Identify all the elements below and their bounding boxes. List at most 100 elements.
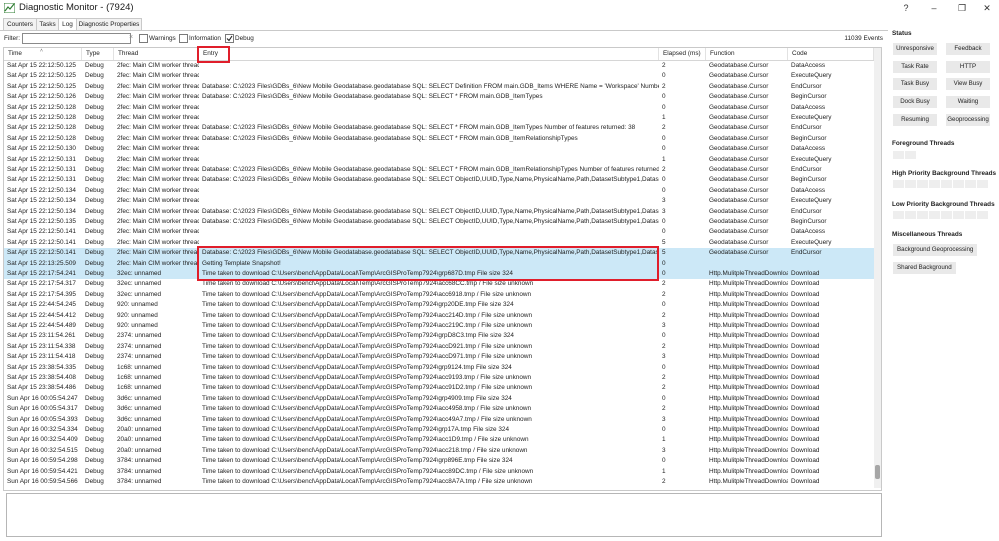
thread-cell: 920: unnamed — [117, 322, 158, 329]
entry-cell: Database: C:\2023 Files\GDBs_6\New Mobil… — [202, 176, 659, 184]
log-row[interactable]: Sun Apr 16 00:32:54.334 Debug 20a0: unname… — [4, 425, 874, 435]
filter-input[interactable] — [22, 33, 131, 44]
function-cell — [706, 259, 788, 269]
function-cell: Http.MulitpleThreadDownloader — [709, 374, 788, 381]
log-row[interactable]: Sat Apr 15 22:12:50.134 Debug 2fec: Main C… — [4, 207, 874, 217]
log-row[interactable]: Sat Apr 15 22:12:50.126 Debug 2fec: Main C… — [4, 92, 874, 102]
entry-cell: Time taken to download C:\Users\bencl\Ap… — [202, 322, 533, 329]
log-row[interactable]: Sat Apr 15 22:44:54.412 Debug 920: unnamed… — [4, 311, 874, 321]
entry-cell: Time taken to download C:\Users\bencl\Ap… — [202, 301, 514, 309]
task-busy-button[interactable]: Task Busy — [893, 78, 937, 90]
background-geoprocessing-button[interactable]: Background Geoprocessing — [893, 244, 978, 256]
column-header-code[interactable]: Code — [788, 48, 874, 60]
log-row[interactable]: Sat Apr 15 23:11:54.418 Debug 2374: unname… — [4, 352, 874, 362]
log-row[interactable]: Sat Apr 15 22:44:54.489 Debug 920: unnamed… — [4, 321, 874, 331]
column-header-function[interactable]: Function — [706, 48, 788, 60]
log-row[interactable]: Sat Apr 15 22:12:50.125 Debug 2fec: Main C… — [4, 71, 874, 81]
debug-checkbox[interactable] — [225, 34, 234, 43]
log-row[interactable]: Sat Apr 15 22:12:50.141 Debug 2fec: Main C… — [4, 238, 874, 248]
log-row[interactable]: Sat Apr 15 22:17:54.241 Debug 32ec: unname… — [4, 269, 874, 280]
help-button[interactable]: ? — [895, 1, 917, 15]
type-cell: Debug — [85, 134, 104, 142]
log-row[interactable]: Sun Apr 16 00:05:54.317 Debug 3d6c: unname… — [4, 404, 874, 414]
feedback-button[interactable]: Feedback — [946, 43, 990, 55]
thread-cell: 3784: unnamed — [117, 467, 162, 475]
information-checkbox[interactable] — [179, 34, 188, 43]
log-row[interactable]: Sat Apr 15 22:12:50.131 Debug 2fec: Main C… — [4, 175, 874, 185]
column-header-type[interactable]: Type — [82, 48, 114, 60]
log-row[interactable]: Sun Apr 16 00:59:54.421 Debug 3784: unname… — [4, 467, 874, 477]
vertical-scrollbar[interactable] — [874, 48, 881, 488]
shared-background-button[interactable]: Shared Background — [893, 262, 956, 274]
log-row[interactable]: Sat Apr 15 22:12:50.134 Debug 2fec: Main C… — [4, 186, 874, 196]
column-header-time[interactable]: Time ˄ — [4, 48, 82, 60]
code-cell: Download — [791, 353, 820, 361]
log-row[interactable]: Sat Apr 15 23:38:54.335 Debug 1c68: unname… — [4, 363, 874, 373]
dock-busy-button[interactable]: Dock Busy — [893, 96, 937, 108]
log-row[interactable]: Sat Apr 15 22:12:50.128 Debug 2fec: Main C… — [4, 134, 874, 144]
log-row[interactable]: Sun Apr 16 00:59:54.566 Debug 3784: unname… — [4, 477, 874, 487]
log-row[interactable]: Sat Apr 15 22:12:50.125 Debug 2fec: Main C… — [4, 82, 874, 92]
log-row[interactable]: Sat Apr 15 22:12:50.135 Debug 2fec: Main C… — [4, 217, 874, 227]
waiting-button[interactable]: Waiting — [946, 96, 990, 108]
view-busy-button[interactable]: View Busy — [946, 78, 990, 90]
tab-counters[interactable]: Counters — [3, 18, 37, 30]
elapsed-cell: 2 — [662, 290, 666, 298]
thread-cell: 20a0: unnamed — [117, 426, 162, 433]
log-row[interactable]: Sat Apr 15 22:44:54.245 Debug 920: unnamed… — [4, 300, 874, 310]
warnings-checkbox[interactable] — [139, 34, 148, 43]
log-row[interactable]: Sat Apr 15 22:17:54.317 Debug 32ec: unname… — [4, 279, 874, 289]
log-row[interactable]: Sat Apr 15 23:38:54.486 Debug 1c68: unname… — [4, 383, 874, 393]
log-row[interactable]: Sat Apr 15 22:13:25.509 Debug 2fec: Main C… — [4, 258, 874, 269]
low-priority-threads-title: Low Priority Background Threads — [892, 201, 995, 208]
entry-detail-panel[interactable] — [6, 493, 882, 537]
log-row[interactable]: Sat Apr 15 23:11:54.338 Debug 2374: unname… — [4, 342, 874, 352]
log-row[interactable]: Sat Apr 15 22:12:50.125 Debug 2fec: Main C… — [4, 61, 874, 71]
maximize-button[interactable]: ❐ — [951, 1, 973, 15]
column-header-entry[interactable]: Entry — [199, 48, 659, 60]
time-cell: Sat Apr 15 22:12:50.126 — [7, 93, 76, 101]
task-rate-button[interactable]: Task Rate — [893, 61, 937, 73]
log-row[interactable]: Sat Apr 15 22:12:50.141 Debug 2fec: Main C… — [4, 248, 874, 259]
http-button[interactable]: HTTP — [946, 61, 990, 73]
type-cell: Debug — [85, 82, 104, 90]
tab-tasks[interactable]: Tasks — [36, 18, 59, 30]
log-row[interactable]: Sun Apr 16 00:32:54.515 Debug 20a0: unname… — [4, 446, 874, 456]
log-row[interactable]: Sun Apr 16 00:05:54.247 Debug 3d6c: unname… — [4, 394, 874, 404]
log-row[interactable]: Sat Apr 15 22:12:50.131 Debug 2fec: Main C… — [4, 165, 874, 175]
scrollbar-thumb[interactable] — [875, 465, 880, 479]
entry-cell: Time taken to download C:\Users\bencl\Ap… — [202, 394, 512, 402]
function-cell: Geodatabase.Cursor — [709, 207, 769, 215]
log-row[interactable]: Sat Apr 15 22:12:50.130 Debug 2fec: Main C… — [4, 144, 874, 154]
column-header-thread[interactable]: Thread — [114, 48, 199, 60]
events-count: 11039 Events — [844, 35, 883, 42]
geoprocessing-button[interactable]: Geoprocessing — [946, 114, 990, 126]
window-title: Diagnostic Monitor - (7924) — [19, 2, 134, 13]
time-cell: Sat Apr 15 22:12:50.125 — [7, 82, 76, 90]
function-cell: Http.MulitpleThreadDownloader — [709, 436, 788, 444]
entry-cell: Time taken to download C:\Users\bencl\Ap… — [202, 311, 533, 319]
type-cell: Debug — [85, 207, 104, 215]
log-row[interactable]: Sat Apr 15 22:17:54.395 Debug 32ec: unname… — [4, 290, 874, 300]
log-row[interactable]: Sat Apr 15 23:11:54.261 Debug 2374: unname… — [4, 331, 874, 341]
tab-diagnostic-properties[interactable]: Diagnostic Properties — [76, 18, 142, 30]
clear-filter-icon[interactable]: × — [129, 34, 133, 41]
log-row[interactable]: Sat Apr 15 22:12:50.131 Debug 2fec: Main C… — [4, 155, 874, 165]
log-row[interactable]: Sun Apr 16 00:32:54.409 Debug 20a0: unname… — [4, 435, 874, 445]
code-cell: DataAccess — [791, 228, 826, 236]
close-button[interactable]: ✕ — [976, 1, 998, 15]
elapsed-cell: 0 — [662, 218, 666, 225]
unresponsive-button[interactable]: Unresponsive — [893, 43, 937, 55]
column-header-elapsed[interactable]: Elapsed (ms) — [659, 48, 706, 60]
resuming-button[interactable]: Resuming — [893, 114, 937, 126]
log-row[interactable]: Sat Apr 15 22:12:50.128 Debug 2fec: Main C… — [4, 123, 874, 133]
log-row[interactable]: Sat Apr 15 22:12:50.128 Debug 2fec: Main C… — [4, 113, 874, 123]
log-row[interactable]: Sat Apr 15 22:12:50.128 Debug 2fec: Main C… — [4, 103, 874, 113]
minimize-button[interactable]: – — [923, 1, 945, 15]
log-row[interactable]: Sat Apr 15 23:38:54.408 Debug 1c68: unname… — [4, 373, 874, 383]
log-row[interactable]: Sat Apr 15 22:12:50.134 Debug 2fec: Main C… — [4, 196, 874, 206]
log-row[interactable]: Sat Apr 15 22:12:50.141 Debug 2fec: Main C… — [4, 227, 874, 237]
log-row[interactable]: Sun Apr 16 00:05:54.393 Debug 3d6c: unname… — [4, 415, 874, 425]
entry-cell — [199, 238, 659, 248]
log-row[interactable]: Sun Apr 16 00:59:54.298 Debug 3784: unname… — [4, 456, 874, 466]
